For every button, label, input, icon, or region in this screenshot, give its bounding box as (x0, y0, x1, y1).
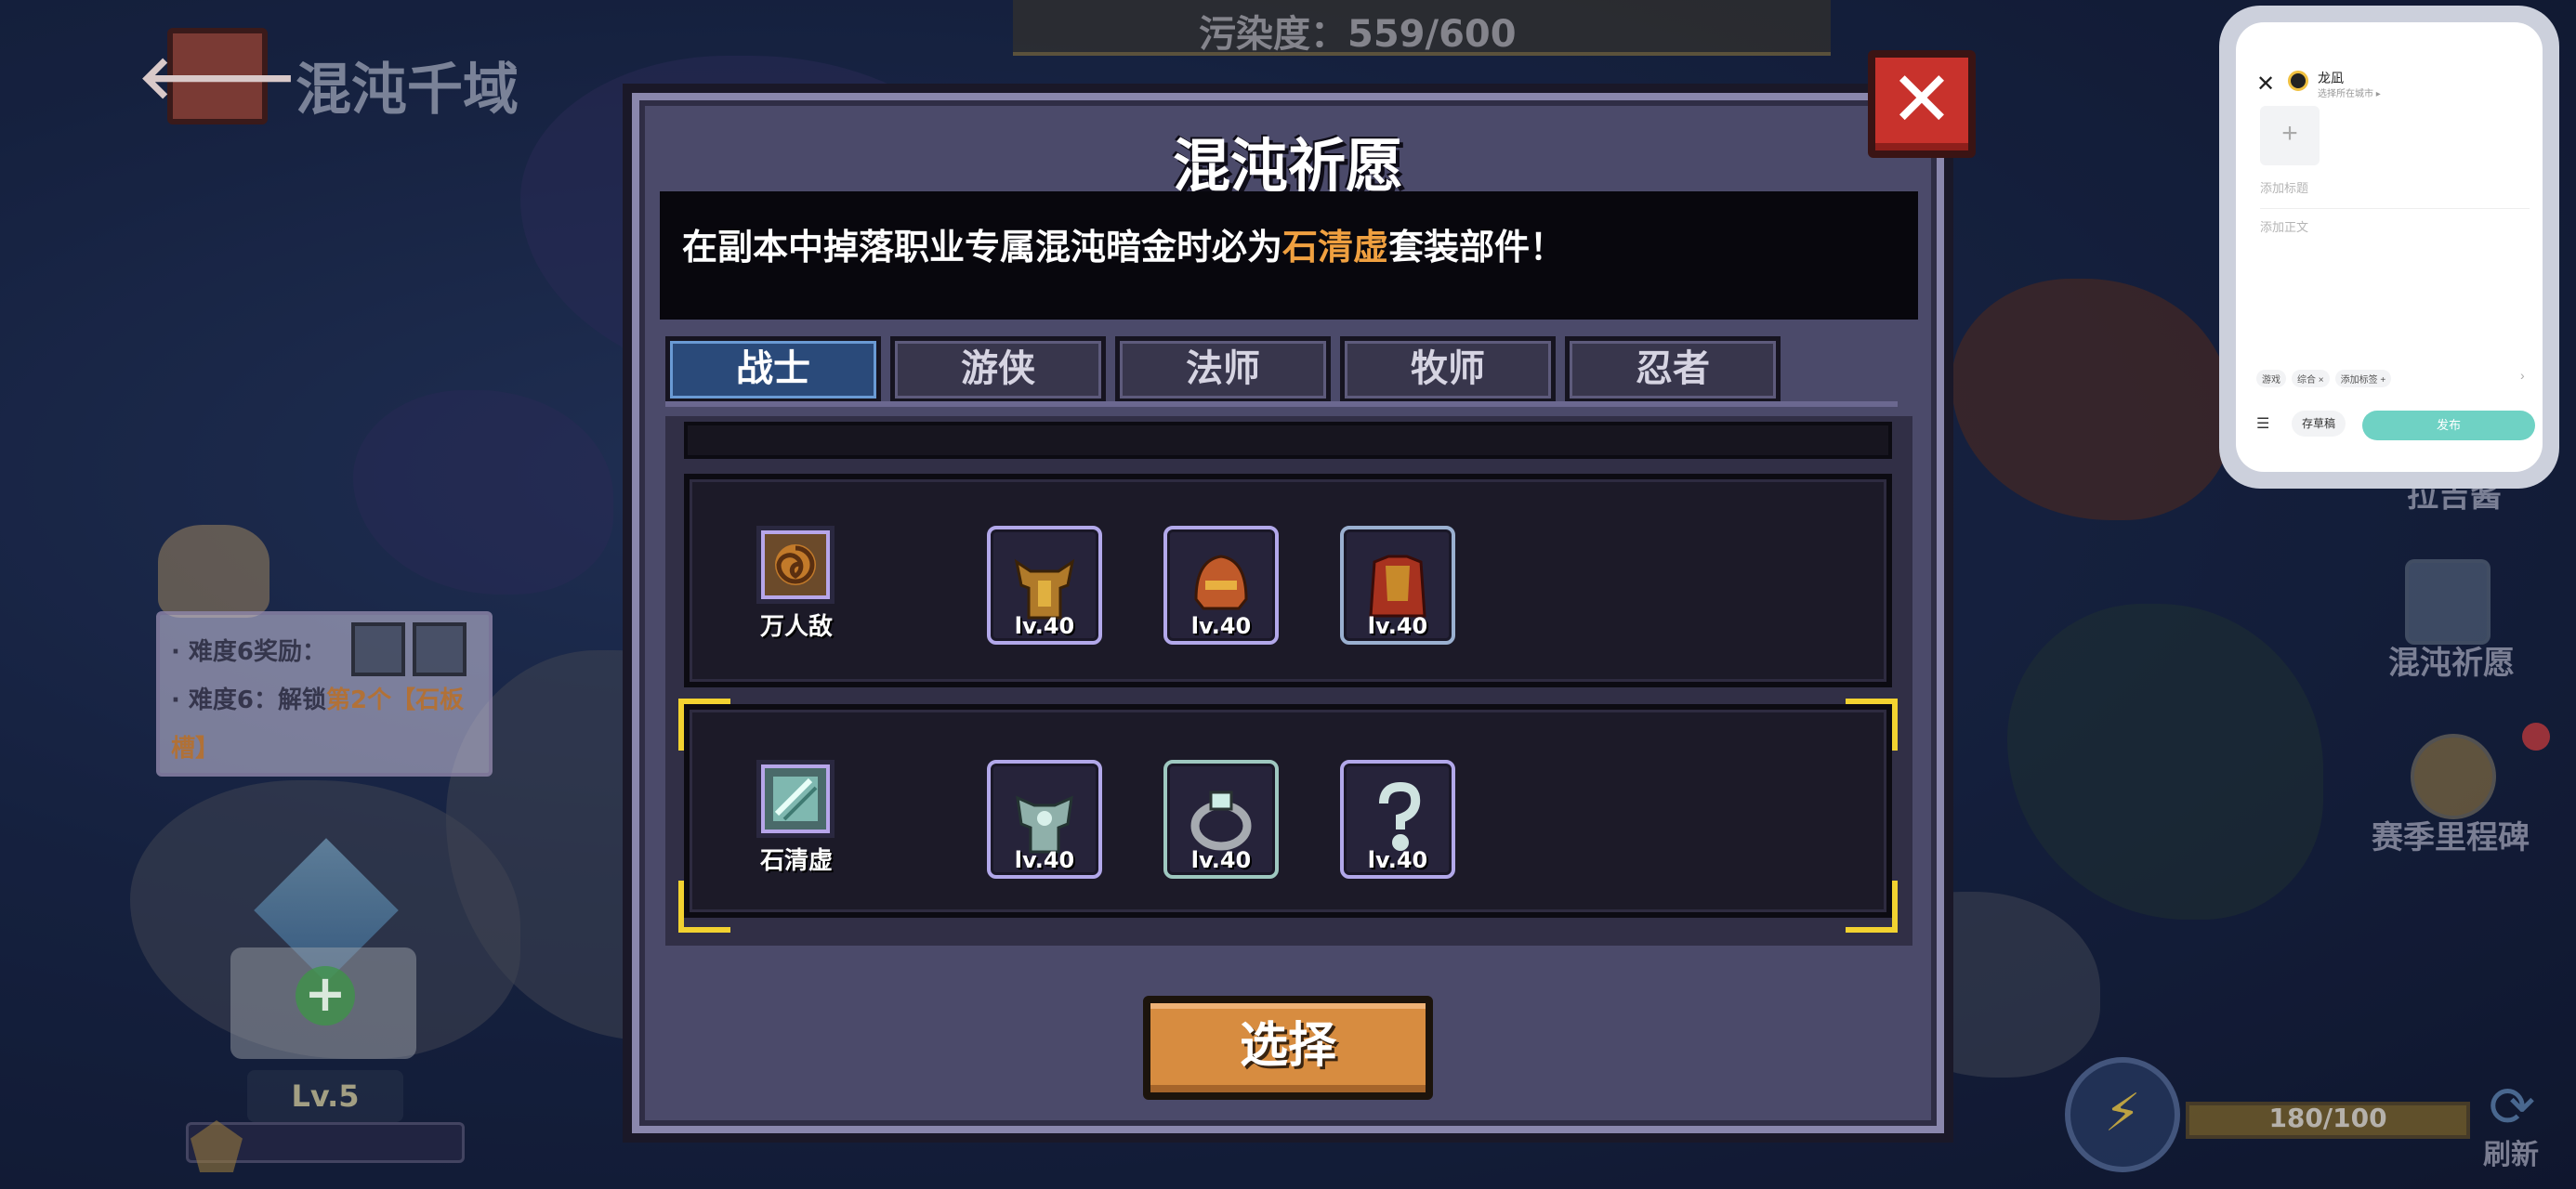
item-slot[interactable]: lv.40 (987, 526, 1102, 645)
divider (2260, 208, 2530, 209)
set-row[interactable] (684, 474, 1892, 687)
highlighted-set-name: 石清虚 (1282, 227, 1389, 268)
add-icon[interactable]: + (296, 966, 355, 1026)
tab-ninja[interactable]: 忍者 (1565, 336, 1781, 403)
tab-ranger[interactable]: 游侠 (890, 336, 1106, 403)
select-button[interactable]: 选择 (1143, 996, 1433, 1100)
tag-chip[interactable]: 游戏 (2256, 370, 2286, 387)
tag-list: 游戏 综合 × 添加标签 + (2256, 370, 2392, 387)
save-draft-button[interactable]: 存草稿 (2292, 411, 2346, 437)
tab-underline (665, 401, 1898, 407)
milestone-icon[interactable] (2411, 734, 2496, 819)
item-slot[interactable]: lv.40 (1163, 526, 1279, 645)
publish-button[interactable]: 发布 (2362, 411, 2535, 440)
list-row-partial (684, 422, 1892, 459)
set-name: 石清虚 (759, 847, 833, 875)
selection-corner (678, 881, 730, 933)
selection-corner (1846, 699, 1898, 751)
avatar (2288, 71, 2308, 91)
item-level: lv.40 (1014, 847, 1075, 873)
jade-slab-icon (756, 760, 835, 838)
user-name: 龙凪 (2318, 71, 2344, 85)
swirl-set-icon-graphic (775, 544, 816, 585)
region-title: 混沌千域 (296, 58, 519, 123)
chaos-wish-icon[interactable] (2405, 559, 2491, 645)
arrow-left-icon: 🡐 (138, 43, 297, 112)
item-slot[interactable]: lv.40 (1340, 526, 1455, 645)
energy-value: 180/100 (2268, 1103, 2387, 1133)
item-slot[interactable]: lv.40 (1163, 760, 1279, 879)
body-input[interactable]: 添加正文 (2260, 217, 2308, 235)
refresh-label[interactable]: 刷新 (2483, 1131, 2539, 1172)
description-banner: 在副本中掉落职业专属混沌暗金时必为石清虚套装部件！ (660, 191, 1918, 320)
tab-priest[interactable]: 牧师 (1340, 336, 1556, 403)
swirl-set-icon (756, 526, 835, 604)
add-image-button[interactable]: + (2260, 106, 2320, 165)
notification-dot (2522, 723, 2550, 751)
item-slot[interactable]: lv.40 (1340, 760, 1455, 879)
chevron-right-icon[interactable]: › (2520, 368, 2525, 383)
milestone-label[interactable]: 赛季里程碑 (2372, 812, 2530, 857)
location-select[interactable]: 选择所在城市 ▸ (2318, 85, 2381, 99)
class-tabs: 战士 游侠 法师 牧师 忍者 (665, 336, 1781, 411)
selection-corner (678, 699, 730, 751)
refresh-icon[interactable]: ⟳ (2479, 1079, 2544, 1135)
format-icon[interactable]: ☰ (2256, 414, 2269, 433)
item-level: lv.40 (1367, 847, 1428, 873)
tab-mage[interactable]: 法师 (1115, 336, 1331, 403)
close-icon: ✕ (1889, 56, 1954, 144)
floating-phone-window: ✕ 龙凪 选择所在城市 ▸ + 添加标题 添加正文 游戏 综合 × 添加标签 +… (2219, 6, 2559, 489)
pollution-meter: 污染度：559/600 (1199, 13, 1517, 56)
reward-slot-icon (351, 622, 405, 676)
title-input[interactable]: 添加标题 (2260, 178, 2308, 196)
item-level: lv.40 (1190, 613, 1252, 639)
item-level: lv.40 (1014, 613, 1075, 639)
tab-warrior[interactable]: 战士 (665, 336, 881, 403)
back-button[interactable]: 🡐 (138, 28, 297, 124)
set-row-selected[interactable] (684, 704, 1892, 918)
reward-slot-icon (413, 622, 467, 676)
bunny-character (158, 525, 269, 618)
close-icon[interactable]: ✕ (2256, 71, 2275, 98)
set-name: 万人敌 (759, 613, 833, 641)
tag-chip[interactable]: 综合 × (2292, 370, 2330, 387)
base-level-badge: Lv.5 (247, 1070, 403, 1122)
tag-chip[interactable]: 添加标签 + (2334, 370, 2392, 387)
chaos-wish-label[interactable]: 混沌祈愿 (2388, 637, 2515, 683)
lightning-icon: ⚡ (2065, 1057, 2180, 1172)
post-editor: ✕ 龙凪 选择所在城市 ▸ + 添加标题 添加正文 游戏 综合 × 添加标签 +… (2236, 22, 2543, 472)
selection-corner (1846, 881, 1898, 933)
dialog-title: 混沌祈愿 (1172, 132, 1403, 200)
item-slot[interactable]: lv.40 (987, 760, 1102, 879)
close-button[interactable]: ✕ (1868, 50, 1976, 158)
item-level: lv.40 (1190, 847, 1252, 873)
jade-slab-icon-graphic (773, 777, 818, 821)
unlock-line: · 难度6：解锁第2个【石板槽】 (171, 686, 465, 763)
item-level: lv.40 (1367, 613, 1428, 639)
